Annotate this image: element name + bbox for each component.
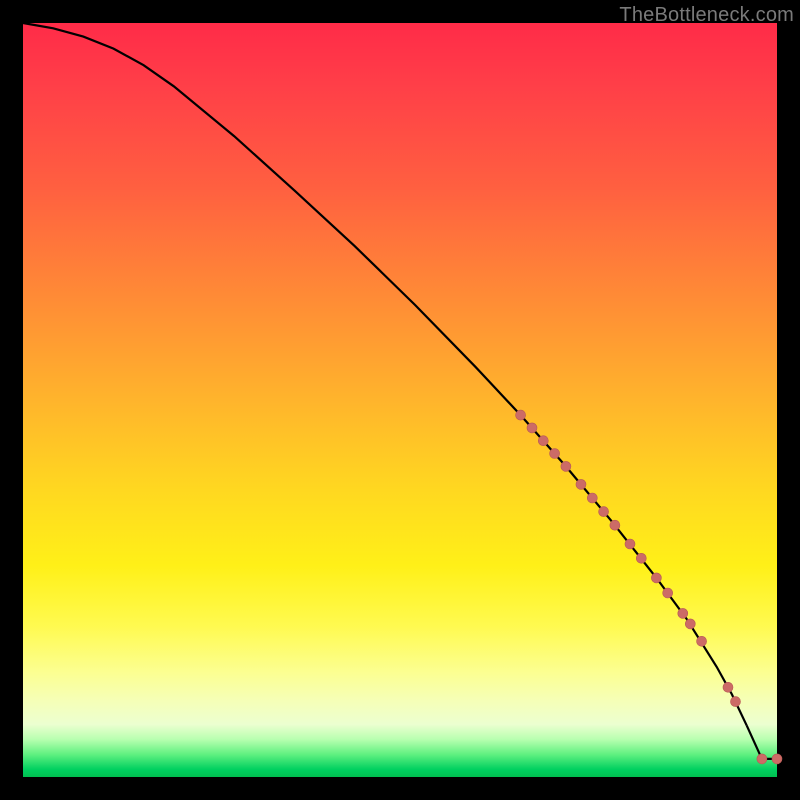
scatter-point (772, 754, 782, 764)
scatter-point (723, 682, 733, 692)
scatter-point (599, 507, 609, 517)
scatter-point (587, 493, 597, 503)
curve-line (23, 23, 747, 726)
chart-overlay (0, 0, 800, 800)
scatter-point (625, 539, 635, 549)
scatter-point (678, 608, 688, 618)
scatter-point (576, 479, 586, 489)
chart-stage: TheBottleneck.com (0, 0, 800, 800)
scatter-point (685, 619, 695, 629)
scatter-point (610, 520, 620, 530)
scatter-point (697, 636, 707, 646)
scatter-point (550, 449, 560, 459)
scatter-point (527, 423, 537, 433)
scatter-point (663, 588, 673, 598)
scatter-markers (516, 410, 782, 764)
scatter-point (561, 461, 571, 471)
scatter-point (538, 436, 548, 446)
scatter-point (651, 573, 661, 583)
scatter-point (636, 553, 646, 563)
scatter-point (516, 410, 526, 420)
scatter-point (757, 754, 767, 764)
scatter-point (731, 697, 741, 707)
